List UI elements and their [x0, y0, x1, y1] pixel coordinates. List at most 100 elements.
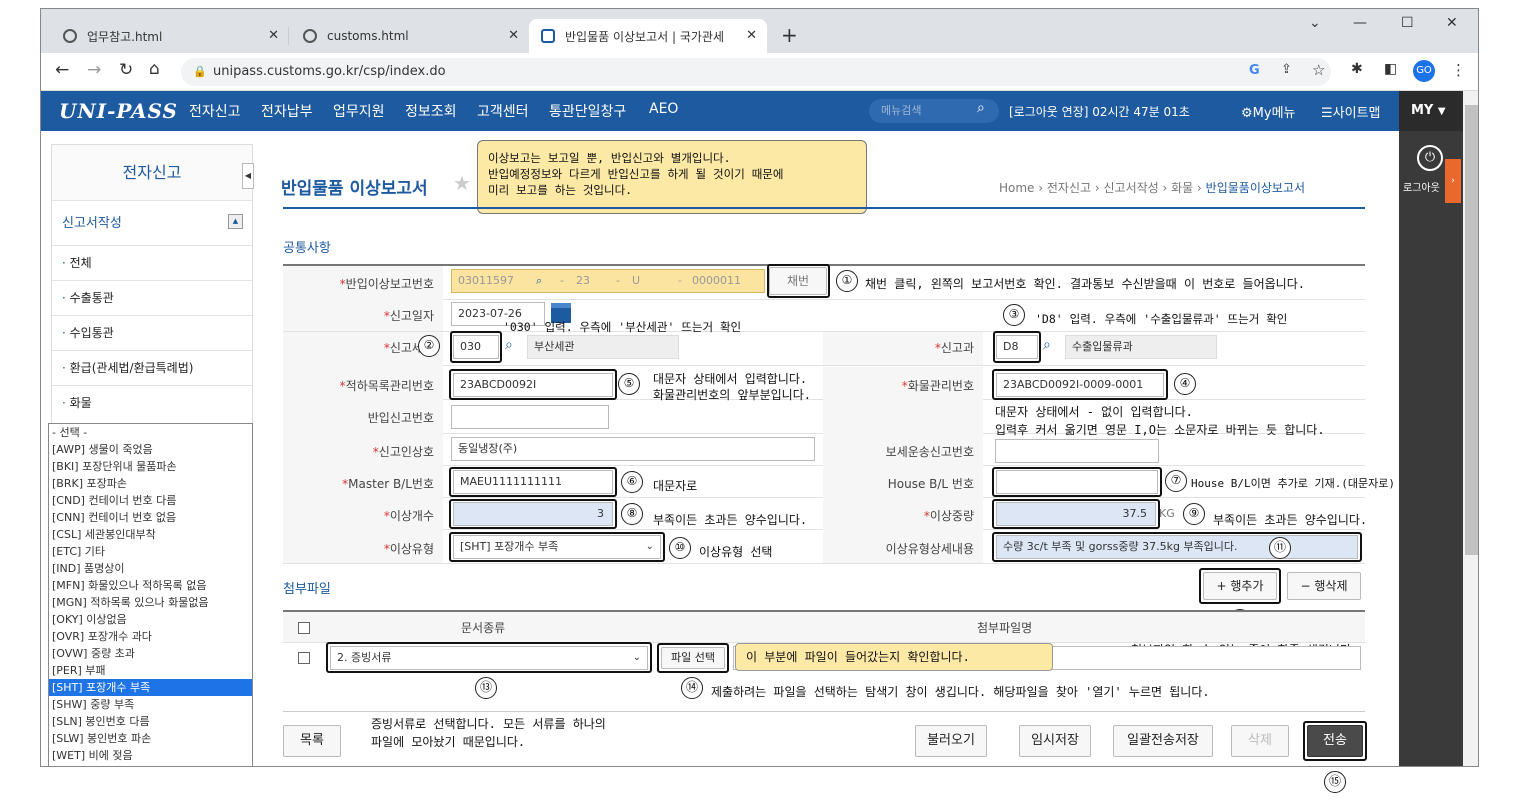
annotation-7: House B/L이면 추가로 기재.(대문자로): [1191, 477, 1396, 490]
tab-active[interactable]: 반입물품 이상보고서 | 국가관세 ✕: [529, 19, 767, 53]
sitemap-link[interactable]: ☰사이트맵: [1321, 102, 1381, 121]
menu-icon[interactable]: ⋮: [1451, 61, 1466, 79]
dropdown-option[interactable]: - 선택 -: [49, 424, 252, 441]
select-all-checkbox[interactable]: [298, 622, 310, 634]
dropdown-option[interactable]: [CNN] 컨테이너 번호 없음: [49, 509, 252, 526]
dropdown-option[interactable]: [CSL] 세관봉인대부착: [49, 526, 252, 543]
favorite-star-icon[interactable]: ★: [453, 171, 471, 195]
type-dropdown-list[interactable]: - 선택 - [AWP] 생물이 죽었음 [BKI] 포장단위내 물품파손 [BRK]…: [48, 423, 253, 766]
annotation-number: ⑭: [681, 677, 703, 699]
import-input[interactable]: [451, 405, 609, 429]
search-icon[interactable]: ⌕: [977, 100, 985, 116]
sidebar-item-all[interactable]: · 전체: [52, 245, 252, 280]
search-icon[interactable]: ⌕: [1043, 337, 1051, 353]
nav-전자납부[interactable]: 전자납부: [261, 101, 313, 121]
manifest-label: *적하목록관리번호: [339, 379, 434, 393]
profile-avatar[interactable]: GO: [1413, 60, 1435, 82]
dropdown-option[interactable]: [IND] 품명상이: [49, 560, 252, 577]
scrollbar-thumb[interactable]: [1465, 105, 1478, 555]
dropdown-option[interactable]: [OVR] 포장개수 과다: [49, 628, 252, 645]
master-label: *Master B/L번호: [342, 477, 434, 491]
dropdown-option[interactable]: [ETC] 기타: [49, 543, 252, 560]
tab-label: 반입물품 이상보고서 | 국가관세: [565, 29, 725, 44]
dropdown-option[interactable]: [SHW] 중량 부족: [49, 696, 252, 713]
bonded-input[interactable]: [995, 439, 1159, 463]
sidebar-item-refund[interactable]: · 환급(관세법/환급특례법): [52, 350, 252, 385]
breadcrumb-item[interactable]: 전자신고: [1047, 181, 1091, 195]
minimize-icon[interactable]: —: [1353, 15, 1367, 31]
close-window-icon[interactable]: ✕: [1446, 15, 1458, 31]
row-checkbox[interactable]: [298, 652, 310, 664]
sidebar-section[interactable]: 신고서작성 ▲: [52, 200, 252, 245]
sidebar-item-import[interactable]: · 수입통관: [52, 315, 252, 350]
power-icon[interactable]: ⏻: [1417, 145, 1443, 171]
maximize-icon[interactable]: ☐: [1401, 15, 1414, 31]
nav-업무지원[interactable]: 업무지원: [333, 101, 385, 121]
nav-aeo[interactable]: AEO: [649, 101, 678, 117]
nav-고객센터[interactable]: 고객센터: [477, 101, 529, 121]
note-line: 반입예정정보와 다르게 반입신고를 하게 될 것이기 때문에: [488, 167, 784, 181]
share-icon[interactable]: ⇪: [1281, 62, 1292, 77]
nav-통관단일창구[interactable]: 통관단일창구: [549, 101, 626, 121]
home-icon[interactable]: ⌂: [149, 59, 160, 79]
search-icon[interactable]: ⌕: [536, 270, 542, 292]
temp-save-button[interactable]: 임시저장: [1019, 725, 1091, 757]
collapse-icon[interactable]: ◀: [242, 163, 254, 189]
mymenu-label: My메뉴: [1252, 106, 1296, 121]
sidepanel-icon[interactable]: ◧: [1384, 61, 1397, 77]
search-icon[interactable]: ⌕: [505, 337, 513, 353]
close-icon[interactable]: ✕: [746, 28, 757, 43]
list-button[interactable]: 목록: [283, 725, 341, 757]
logout-label[interactable]: 로그아웃: [1403, 179, 1440, 194]
my-button[interactable]: MY ▼: [1399, 91, 1463, 131]
panel-toggle-icon[interactable]: ›: [1445, 159, 1461, 203]
dropdown-option[interactable]: [CND] 컨테이너 번호 다름: [49, 492, 252, 509]
dropdown-option[interactable]: [MGN] 적하목록 있으나 화물없음: [49, 594, 252, 611]
annotation-number: ⑨: [1183, 503, 1205, 525]
close-icon[interactable]: ✕: [508, 28, 519, 43]
nav-정보조회[interactable]: 정보조회: [405, 101, 457, 121]
report-no-field[interactable]: 03011597 ⌕ - 23 - U - 0000011: [451, 269, 765, 293]
sidebar-title: 전자신고: [52, 145, 252, 200]
mymenu-link[interactable]: ⚙My메뉴: [1241, 102, 1296, 121]
extensions-icon[interactable]: ✱: [1351, 61, 1363, 77]
url-input[interactable]: 🔒 unipass.customs.go.kr/csp/index.do: [181, 58, 1331, 86]
load-button[interactable]: 불러오기: [915, 725, 987, 757]
google-icon[interactable]: G: [1249, 63, 1260, 78]
forward-icon[interactable]: →: [87, 60, 101, 80]
dropdown-option[interactable]: [OKY] 이상없음: [49, 611, 252, 628]
delete-button[interactable]: 삭제: [1231, 725, 1289, 757]
sidebar-item-export[interactable]: · 수출통관: [52, 280, 252, 315]
chevron-up-icon[interactable]: ▲: [228, 214, 243, 229]
back-icon[interactable]: ←: [55, 60, 69, 80]
batch-save-button[interactable]: 일괄전송저장: [1113, 725, 1213, 757]
sidebar-item-cargo[interactable]: · 화물: [52, 385, 252, 420]
dropdown-option[interactable]: [MFN] 화물있으나 적하목록 없음: [49, 577, 252, 594]
unipass-logo[interactable]: UNI-PASS: [59, 99, 178, 123]
dropdown-option[interactable]: [SLW] 봉인번호 파손: [49, 730, 252, 747]
dropdown-option[interactable]: [SLN] 봉인번호 다름: [49, 713, 252, 730]
dropdown-option[interactable]: [PER] 부패: [49, 662, 252, 679]
tab-customs[interactable]: customs.html ✕: [291, 19, 529, 53]
dropdown-option[interactable]: [BRK] 포장파손: [49, 475, 252, 492]
date-label: *신고일자: [383, 309, 434, 323]
nav-전자신고[interactable]: 전자신고: [189, 101, 241, 121]
close-icon[interactable]: ✕: [268, 28, 279, 43]
breadcrumb-item[interactable]: 화물: [1171, 181, 1193, 195]
chevron-down-icon[interactable]: ⌄: [1309, 15, 1321, 31]
breadcrumb-item[interactable]: Home: [999, 181, 1034, 195]
company-input[interactable]: 동일냉장(주): [451, 437, 815, 461]
tab-업무참고[interactable]: 업무참고.html ✕: [51, 19, 289, 53]
dropdown-option[interactable]: [AWP] 생물이 죽었음: [49, 441, 252, 458]
new-tab-icon[interactable]: +: [781, 23, 798, 47]
dropdown-option[interactable]: [SHT] 포장개수 부족: [49, 679, 252, 696]
dropdown-option[interactable]: [OVW] 중량 초과: [49, 645, 252, 662]
session-timer[interactable]: [로그아웃 연장] 02시간 47분 01초: [1009, 103, 1190, 120]
section-attach: 첨부파일: [283, 582, 331, 597]
dropdown-option[interactable]: [BKI] 포장단위내 물품파손: [49, 458, 252, 475]
star-icon[interactable]: ☆: [1312, 61, 1325, 79]
breadcrumb-item[interactable]: 신고서작성: [1103, 181, 1158, 195]
delete-row-button[interactable]: − 행삭제: [1287, 572, 1361, 600]
reload-icon[interactable]: ↻: [119, 60, 133, 80]
dropdown-option[interactable]: [WET] 비에 젖음: [49, 747, 252, 764]
